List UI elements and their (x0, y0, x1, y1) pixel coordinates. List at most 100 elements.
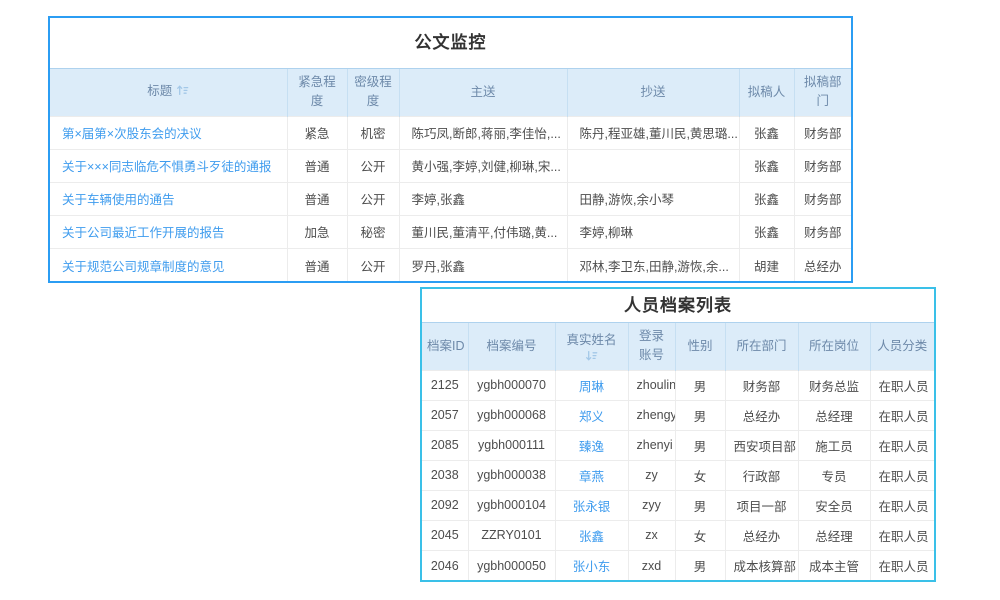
personnel-cell-gender: 男 (675, 400, 725, 430)
personnel-cell-category: 在职人员 (870, 430, 934, 460)
doc-cell-secrecy: 机密 (347, 116, 399, 149)
personnel-cell-category: 在职人员 (870, 520, 934, 550)
doc-cell-secrecy: 公开 (347, 248, 399, 281)
personnel-table-body: 2125ygbh000070周琳zhoulin男财务部财务总监在职人员2057y… (422, 370, 934, 580)
doc-cell-draft-dept: 财务部 (794, 149, 851, 182)
personnel-table: 档案ID 档案编号 真实姓名 登录账号 性别 所在部门 所在岗位 人员分类 21… (422, 322, 934, 580)
personnel-cell-position: 成本主管 (798, 550, 870, 580)
col-header-main-recipients: 主送 (399, 69, 567, 117)
col-header-urgency: 紧急程度 (287, 69, 347, 117)
personnel-cell-real-name-link[interactable]: 张永银 (573, 500, 611, 514)
doc-cell-main-recipients: 董川民,董清平,付伟璐,黄... (399, 215, 567, 248)
personnel-cell-real-name-link[interactable]: 张鑫 (579, 530, 604, 544)
personnel-table-row: 2046ygbh000050张小东zxd男成本核算部成本主管在职人员 (422, 550, 934, 580)
personnel-cell-login-account: zyy (628, 490, 675, 520)
personnel-cell-real-name-link[interactable]: 郑义 (579, 410, 604, 424)
personnel-cell-real-name-link[interactable]: 张小东 (573, 560, 611, 574)
personnel-cell-archive-no: ygbh000104 (468, 490, 555, 520)
personnel-table-row: 2057ygbh000068郑义zhengyi男总经办总经理在职人员 (422, 400, 934, 430)
personnel-cell-department: 行政部 (725, 460, 798, 490)
doc-cell-secrecy: 公开 (347, 182, 399, 215)
col-header-title[interactable]: 标题 (50, 69, 287, 117)
personnel-cell-archive-id: 2092 (422, 490, 468, 520)
personnel-cell-department: 项目一部 (725, 490, 798, 520)
personnel-cell-position: 专员 (798, 460, 870, 490)
personnel-cell-department: 西安项目部 (725, 430, 798, 460)
doc-cell-drafter: 张鑫 (739, 116, 794, 149)
col-header-real-name-label: 真实姓名 (566, 333, 616, 347)
personnel-cell-position: 施工员 (798, 430, 870, 460)
col-header-gender: 性别 (675, 323, 725, 371)
doc-cell-draft-dept: 财务部 (794, 116, 851, 149)
doc-cell-secrecy: 秘密 (347, 215, 399, 248)
col-header-secrecy: 密级程度 (347, 69, 399, 117)
col-header-department: 所在部门 (725, 323, 798, 371)
doc-cell-title-link[interactable]: 关于公司最近工作开展的报告 (62, 226, 225, 240)
doc-cell-title: 关于规范公司规章制度的意见 (50, 248, 287, 281)
doc-cell-urgency: 普通 (287, 149, 347, 182)
personnel-cell-login-account: zxd (628, 550, 675, 580)
personnel-cell-real-name: 张永银 (555, 490, 628, 520)
doc-cell-drafter: 张鑫 (739, 149, 794, 182)
doc-cell-title-link[interactable]: 第×届第×次股东会的决议 (62, 127, 202, 141)
personnel-cell-gender: 女 (675, 520, 725, 550)
doc-cell-title-link[interactable]: 关于车辆使用的通告 (62, 193, 175, 207)
personnel-cell-gender: 女 (675, 460, 725, 490)
col-header-real-name[interactable]: 真实姓名 (555, 323, 628, 371)
doc-header-row: 标题 紧急程度 密级程度 主送 抄送 拟稿人 拟稿部门 (50, 69, 851, 117)
personnel-cell-login-account: zy (628, 460, 675, 490)
doc-cell-secrecy: 公开 (347, 149, 399, 182)
doc-monitor-panel: 公文监控 标题 紧急程度 密级程度 主送 抄送 拟稿人 拟稿部门 (48, 16, 853, 283)
personnel-cell-archive-id: 2038 (422, 460, 468, 490)
col-header-title-label: 标题 (147, 84, 172, 98)
personnel-cell-archive-no: ygbh000050 (468, 550, 555, 580)
doc-cell-main-recipients: 罗丹,张鑫 (399, 248, 567, 281)
col-header-archive-no: 档案编号 (468, 323, 555, 371)
doc-cell-cc: 田静,游恢,余小琴 (567, 182, 739, 215)
doc-cell-draft-dept: 财务部 (794, 215, 851, 248)
personnel-cell-position: 总经理 (798, 520, 870, 550)
personnel-cell-gender: 男 (675, 550, 725, 580)
doc-cell-cc: 邓林,李卫东,田静,游恢,余... (567, 248, 739, 281)
personnel-cell-category: 在职人员 (870, 490, 934, 520)
personnel-cell-real-name: 臻逸 (555, 430, 628, 460)
doc-table-body: 第×届第×次股东会的决议紧急机密陈巧凤,断郎,蒋丽,李佳怡,...陈丹,程亚雄,… (50, 116, 851, 281)
personnel-cell-category: 在职人员 (870, 370, 934, 400)
doc-cell-title-link[interactable]: 关于规范公司规章制度的意见 (62, 260, 225, 274)
col-header-login-account: 登录账号 (628, 323, 675, 371)
personnel-cell-department: 总经办 (725, 520, 798, 550)
doc-cell-main-recipients: 李婷,张鑫 (399, 182, 567, 215)
personnel-cell-login-account: zhenyi (628, 430, 675, 460)
col-header-position: 所在岗位 (798, 323, 870, 371)
personnel-cell-real-name-link[interactable]: 章燕 (579, 470, 604, 484)
personnel-cell-login-account: zhoulin (628, 370, 675, 400)
personnel-cell-archive-no: ZZRY0101 (468, 520, 555, 550)
doc-cell-urgency: 普通 (287, 248, 347, 281)
personnel-table-row: 2092ygbh000104张永银zyy男项目一部安全员在职人员 (422, 490, 934, 520)
col-header-drafter: 拟稿人 (739, 69, 794, 117)
personnel-table-row: 2125ygbh000070周琳zhoulin男财务部财务总监在职人员 (422, 370, 934, 400)
doc-table-row: 关于公司最近工作开展的报告加急秘密董川民,董清平,付伟璐,黄...李婷,柳琳张鑫… (50, 215, 851, 248)
doc-cell-urgency: 普通 (287, 182, 347, 215)
personnel-table-row: 2038ygbh000038章燕zy女行政部专员在职人员 (422, 460, 934, 490)
personnel-cell-real-name-link[interactable]: 周琳 (579, 380, 604, 394)
personnel-cell-archive-id: 2046 (422, 550, 468, 580)
doc-cell-cc: 陈丹,程亚雄,董川民,黄思璐... (567, 116, 739, 149)
personnel-cell-archive-no: ygbh000070 (468, 370, 555, 400)
doc-cell-drafter: 张鑫 (739, 182, 794, 215)
doc-cell-title: 关于×××同志临危不惧勇斗歹徒的通报 (50, 149, 287, 182)
personnel-cell-real-name-link[interactable]: 臻逸 (579, 440, 604, 454)
doc-cell-draft-dept: 总经办 (794, 248, 851, 281)
personnel-cell-department: 财务部 (725, 370, 798, 400)
sort-icon (585, 350, 598, 362)
doc-cell-title-link[interactable]: 关于×××同志临危不惧勇斗歹徒的通报 (62, 160, 271, 174)
personnel-cell-department: 成本核算部 (725, 550, 798, 580)
doc-cell-cc: 李婷,柳琳 (567, 215, 739, 248)
doc-monitor-table: 标题 紧急程度 密级程度 主送 抄送 拟稿人 拟稿部门 第×届第×次股东会的决议… (50, 68, 851, 281)
col-header-category: 人员分类 (870, 323, 934, 371)
doc-cell-title: 关于公司最近工作开展的报告 (50, 215, 287, 248)
personnel-table-row: 2085ygbh000111臻逸zhenyi男西安项目部施工员在职人员 (422, 430, 934, 460)
personnel-cell-position: 安全员 (798, 490, 870, 520)
personnel-table-row: 2045ZZRY0101张鑫zx女总经办总经理在职人员 (422, 520, 934, 550)
doc-cell-drafter: 张鑫 (739, 215, 794, 248)
